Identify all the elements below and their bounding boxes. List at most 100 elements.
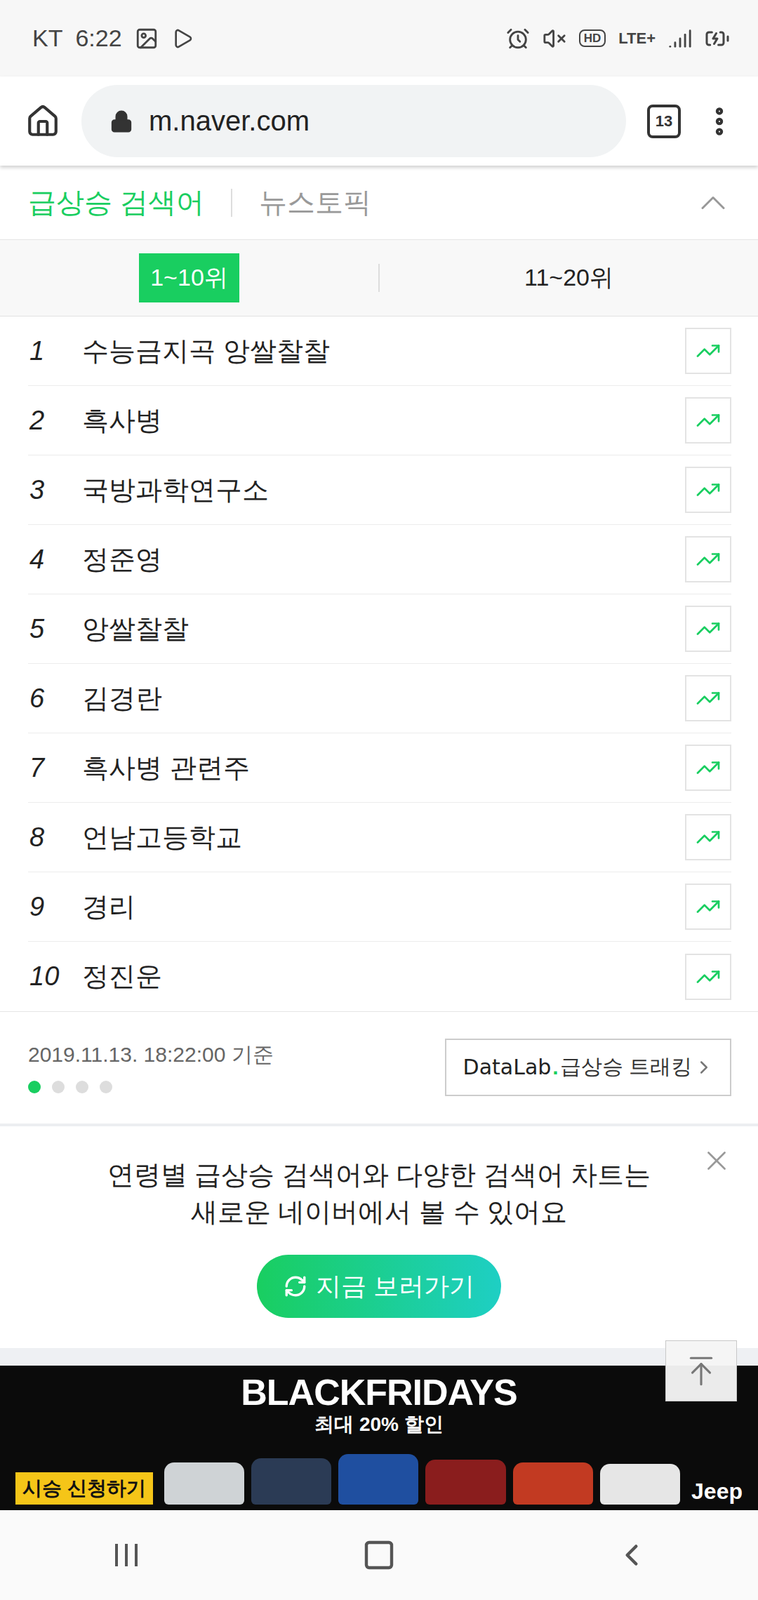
back-icon — [614, 1537, 650, 1573]
gallery-notification-icon — [134, 26, 159, 51]
recents-button[interactable] — [0, 1541, 253, 1570]
pager-dot[interactable] — [51, 1080, 65, 1094]
promo-panel: 연령별 급상승 검색어와 다양한 검색어 차트는새로운 네이버에서 볼 수 있어… — [0, 1123, 758, 1349]
clock: 6:22 — [75, 24, 122, 52]
keyword[interactable]: 앙쌀찰찰 — [82, 611, 686, 648]
trend-button[interactable] — [685, 605, 732, 653]
ranking-row[interactable]: 4정준영 — [28, 524, 732, 595]
ranking-row[interactable]: 8언남고등학교 — [28, 802, 732, 873]
system-nav-bar — [0, 1510, 758, 1600]
network-type: LTE+ — [618, 30, 656, 47]
back-button[interactable] — [505, 1537, 758, 1573]
timestamp: 2019.11.13. 18:22:00 기준 — [28, 1040, 274, 1070]
rank-number: 9 — [28, 892, 83, 923]
section-tab[interactable]: 뉴스토픽 — [258, 183, 372, 222]
url-text: m.naver.com — [148, 105, 310, 137]
browser-toolbar: m.naver.com 13 — [0, 76, 758, 166]
section-tabs: 급상승 검색어 뉴스토픽 — [0, 165, 758, 241]
home-nav-button[interactable] — [252, 1538, 506, 1573]
scroll-top-button[interactable] — [665, 1340, 737, 1402]
trend-chart-icon — [695, 546, 721, 573]
pager-dot[interactable] — [75, 1080, 89, 1094]
pager-dots — [28, 1080, 274, 1094]
trend-button[interactable] — [685, 675, 732, 722]
ranking-row[interactable]: 1수능금지곡 앙쌀찰찰 — [28, 316, 732, 387]
menu-button[interactable] — [701, 103, 737, 139]
promo-close-button[interactable] — [700, 1144, 733, 1180]
address-bar[interactable]: m.naver.com — [81, 84, 627, 158]
close-icon — [700, 1144, 733, 1178]
naver-mobile-page: KT6:22HDLTE+m.naver.com13급상승 검색어뉴스토픽1~10… — [0, 0, 758, 1600]
ad-cta[interactable]: 시승 신청하기 — [15, 1472, 154, 1505]
car-image — [600, 1464, 681, 1505]
footer-info: 2019.11.13. 18:22:00 기준 — [28, 1040, 274, 1094]
car-image — [513, 1462, 594, 1505]
range-tabs: 1~10위 11~20위 — [0, 240, 758, 317]
keyword[interactable]: 수능금지곡 앙쌀찰찰 — [82, 333, 686, 370]
trend-button[interactable] — [685, 466, 732, 514]
trend-button[interactable] — [685, 744, 732, 791]
trend-chart-icon — [695, 616, 721, 642]
trend-button[interactable] — [685, 953, 732, 1001]
promo-text: 연령별 급상승 검색어와 다양한 검색어 차트는 — [107, 1156, 652, 1194]
trend-chart-icon — [695, 755, 721, 781]
play-store-notification-icon — [171, 27, 194, 50]
keyword[interactable]: 국방과학연구소 — [82, 472, 686, 509]
trend-button[interactable] — [685, 397, 732, 444]
ranking-row[interactable]: 5앙쌀찰찰 — [28, 594, 732, 664]
status-right: HD LTE+ — [506, 25, 730, 52]
ad-headline: BLACKFRIDAYS — [240, 1372, 517, 1413]
range-divider — [378, 263, 380, 292]
trend-chart-icon — [695, 685, 721, 711]
promo-button-label: 지금 보러가기 — [315, 1269, 475, 1305]
ranking-footer: 2019.11.13. 18:22:00 기준 DataLab.급상승 트래킹 — [0, 1011, 758, 1124]
refresh-icon — [283, 1274, 308, 1299]
trend-button[interactable] — [685, 327, 732, 375]
home-button[interactable] — [25, 103, 61, 139]
range-tab-label: 11~20위 — [513, 253, 625, 303]
pager-dot[interactable] — [28, 1080, 41, 1094]
keyword[interactable]: 흑사병 — [82, 402, 686, 439]
keyword[interactable]: 언남고등학교 — [82, 819, 686, 856]
battery-icon — [704, 25, 730, 52]
home-square-icon — [362, 1538, 396, 1573]
chevron-right-icon — [693, 1056, 715, 1079]
ranking-row[interactable]: 7흑사병 관련주 — [28, 733, 732, 803]
ranking-list: 1수능금지곡 앙쌀찰찰2흑사병3국방과학연구소4정준영5앙쌀찰찰6김경란7흑사병… — [28, 316, 732, 1012]
section-tab[interactable]: 급상승 검색어 — [28, 183, 205, 222]
keyword[interactable]: 경리 — [82, 889, 686, 926]
trend-button[interactable] — [685, 536, 732, 583]
keyword[interactable]: 정준영 — [82, 541, 686, 578]
trend-chart-icon — [695, 824, 721, 850]
keyword[interactable]: 김경란 — [82, 680, 686, 717]
trend-chart-icon — [695, 407, 721, 434]
ad-banner[interactable]: BLACKFRIDAYS최대 20% 할인시승 신청하기Jeep — [0, 1365, 758, 1511]
ranking-row[interactable]: 3국방과학연구소 — [28, 455, 732, 525]
keyword[interactable]: 정진운 — [82, 958, 686, 995]
pager-dot[interactable] — [99, 1080, 113, 1094]
rank-number: 10 — [28, 961, 83, 992]
collapse-button[interactable] — [692, 181, 735, 224]
datalab-button[interactable]: DataLab.급상승 트래킹 — [444, 1038, 732, 1097]
trend-button[interactable] — [685, 883, 732, 930]
rank-number: 1 — [28, 336, 83, 367]
carrier: KT — [32, 24, 63, 52]
status-bar: KT 6:22 HD LTE+ — [0, 0, 758, 77]
tab-switcher-button[interactable]: 13 — [647, 104, 681, 139]
datalab-dot: . — [552, 1055, 558, 1080]
trend-button[interactable] — [685, 814, 732, 861]
promo-button[interactable]: 지금 보러가기 — [256, 1254, 502, 1319]
rank-number: 3 — [28, 475, 83, 506]
range-tab[interactable]: 1~10위 — [0, 253, 379, 303]
keyword[interactable]: 흑사병 관련주 — [82, 750, 686, 787]
rank-number: 7 — [28, 753, 83, 784]
ranking-row[interactable]: 9경리 — [28, 872, 732, 942]
status-left: KT 6:22 — [32, 24, 194, 52]
range-tab[interactable]: 11~20위 — [379, 253, 758, 303]
ranking-row[interactable]: 10정진운 — [28, 941, 732, 1012]
divider-strip — [0, 1348, 758, 1366]
hd-badge: HD — [579, 29, 607, 48]
scroll-top-icon — [683, 1353, 719, 1389]
ranking-row[interactable]: 6김경란 — [28, 663, 732, 734]
ranking-row[interactable]: 2흑사병 — [28, 386, 732, 456]
